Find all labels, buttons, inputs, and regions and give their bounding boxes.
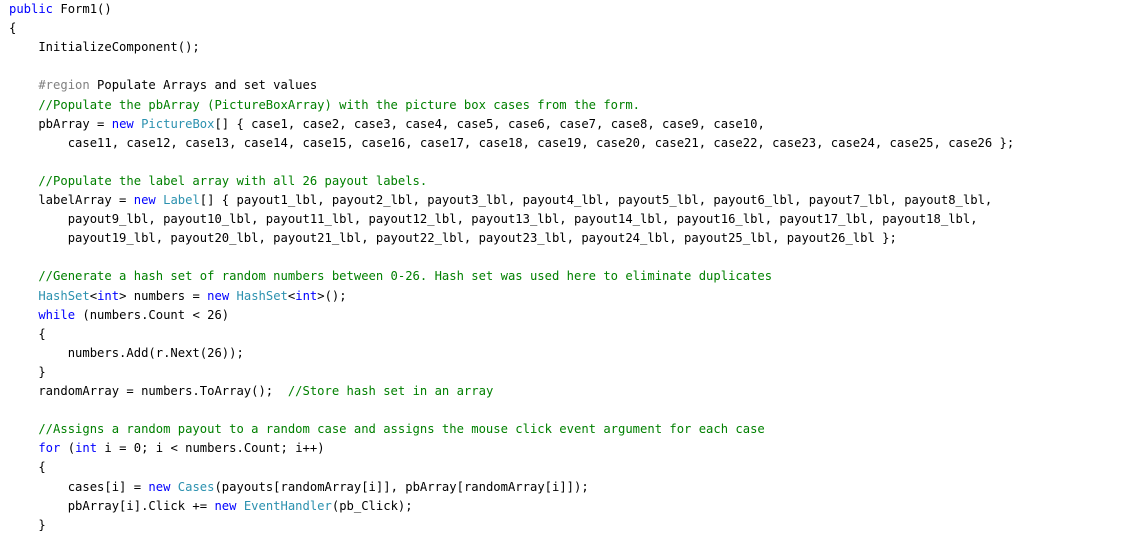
code-token: InitializeComponent();	[9, 40, 200, 54]
keyword-token: public	[9, 2, 54, 16]
code-line: //Populate the label array with all 26 p…	[9, 172, 427, 191]
code-line: payout9_lbl, payout10_lbl, payout11_lbl,…	[9, 210, 978, 229]
code-line: payout19_lbl, payout20_lbl, payout21_lbl…	[9, 229, 897, 248]
code-line: {	[9, 19, 16, 38]
keyword-token: int	[97, 289, 120, 303]
comment-token: //Populate the pbArray (PictureBoxArray)…	[9, 98, 641, 112]
keyword-token: new	[133, 193, 156, 207]
code-token: numbers.Add(r.Next(26));	[9, 346, 244, 360]
code-line: //Assigns a random payout to a random ca…	[9, 420, 765, 439]
keyword-token: new	[214, 499, 237, 513]
code-line: HashSet<int> numbers = new HashSet<int>(…	[9, 287, 347, 306]
code-token: {	[9, 460, 46, 474]
code-line: cases[i] = new Cases(payouts[randomArray…	[9, 478, 589, 497]
code-token: [] { payout1_lbl, payout2_lbl, payout3_l…	[199, 193, 993, 207]
comment-token: //Assigns a random payout to a random ca…	[9, 422, 765, 436]
keyword-token: new	[111, 117, 134, 131]
code-token: payout9_lbl, payout10_lbl, payout11_lbl,…	[9, 212, 978, 226]
code-line: //Generate a hash set of random numbers …	[9, 267, 772, 286]
code-line: for (int i = 0; i < numbers.Count; i++)	[9, 439, 325, 458]
code-line: #region Populate Arrays and set values	[9, 76, 317, 95]
code-token: cases[i] =	[9, 480, 149, 494]
comment-token: //Generate a hash set of random numbers …	[9, 269, 773, 283]
code-line: while (numbers.Count < 26)	[9, 306, 229, 325]
type-name-token: EventHandler	[243, 499, 332, 513]
code-token: > numbers =	[119, 289, 208, 303]
code-line: }	[9, 363, 46, 382]
type-name-token: Label	[163, 193, 200, 207]
code-line: pbArray[i].Click += new EventHandler(pb_…	[9, 497, 413, 516]
type-name-token: HashSet	[236, 289, 288, 303]
code-line: InitializeComponent();	[9, 38, 200, 57]
code-token: }	[9, 518, 46, 532]
code-token: pbArray =	[9, 117, 112, 131]
code-line: //Populate the pbArray (PictureBoxArray)…	[9, 96, 640, 115]
code-line: }	[9, 516, 46, 535]
code-token: labelArray =	[9, 193, 134, 207]
code-token: payout19_lbl, payout20_lbl, payout21_lbl…	[9, 231, 897, 245]
code-token: (	[60, 441, 76, 455]
comment-token: //Populate the label array with all 26 p…	[9, 174, 428, 188]
code-line: randomArray = numbers.ToArray(); //Store…	[9, 382, 493, 401]
code-token: randomArray = numbers.ToArray();	[9, 384, 288, 398]
code-editor[interactable]: public Form1() { InitializeComponent(); #…	[0, 0, 1127, 549]
code-line: {	[9, 325, 46, 344]
code-line: public Form1()	[9, 0, 112, 19]
code-token: }	[9, 365, 46, 379]
code-token: (numbers.Count < 26)	[75, 308, 230, 322]
code-token: (pb_Click);	[331, 499, 413, 513]
code-token: [] { case1, case2, case3, case4, case5, …	[214, 117, 765, 131]
keyword-token: int	[75, 441, 98, 455]
code-token: pbArray[i].Click +=	[9, 499, 215, 513]
comment-token: //Store hash set in an array	[287, 384, 494, 398]
code-token: >();	[317, 289, 347, 303]
code-token: <	[89, 289, 98, 303]
code-line: numbers.Add(r.Next(26));	[9, 344, 244, 363]
code-line: {	[9, 458, 46, 477]
keyword-token: int	[295, 289, 318, 303]
code-line: case11, case12, case13, case14, case15, …	[9, 134, 1015, 153]
code-token: case11, case12, case13, case14, case15, …	[9, 136, 1015, 150]
code-token: (payouts[randomArray[i]], pbArray[random…	[214, 480, 589, 494]
code-token: Form1()	[53, 2, 112, 16]
code-token: {	[9, 21, 17, 35]
preprocessor-token: #region	[9, 78, 90, 92]
type-name-token: HashSet	[38, 289, 90, 303]
code-line: pbArray = new PictureBox[] { case1, case…	[9, 115, 765, 134]
code-token: i = 0; i < numbers.Count; i++)	[97, 441, 325, 455]
code-token: Populate Arrays and set values	[89, 78, 318, 92]
keyword-token: for	[9, 441, 61, 455]
keyword-token: while	[9, 308, 76, 322]
keyword-token: new	[148, 480, 171, 494]
code-line: labelArray = new Label[] { payout1_lbl, …	[9, 191, 992, 210]
keyword-token: new	[207, 289, 230, 303]
type-name-token: PictureBox	[141, 117, 215, 131]
type-name-token: Cases	[177, 480, 215, 494]
code-token: {	[9, 327, 46, 341]
